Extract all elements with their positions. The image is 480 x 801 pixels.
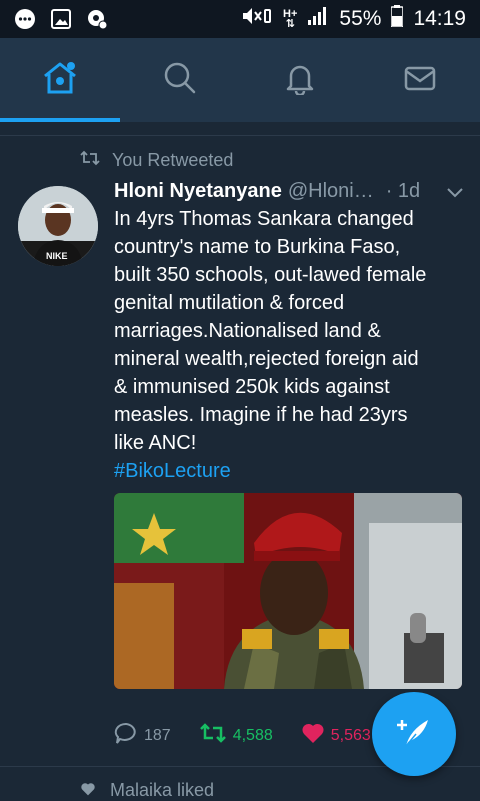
retweet-count: 4,588 [233,727,273,745]
tweet-line: country's name to Burkina Faso, [114,233,464,261]
tab-notifications[interactable] [240,38,360,122]
tweet-time: · 1d [386,180,420,203]
retweet-small-icon [80,150,100,171]
search-icon [163,61,197,100]
tweet-line: measles. Imagine if he had 23yrs [114,401,464,429]
bell-icon [283,61,317,100]
compose-tweet-button[interactable] [372,692,456,776]
svg-text:NIKE: NIKE [46,251,68,261]
chat-bubble-icon [14,8,36,30]
top-nav [0,38,480,122]
tweet-line: built 350 schools, out-lawed female [114,261,464,289]
liked-context: Malaika liked [80,780,214,801]
chevron-down-icon[interactable] [446,186,464,204]
compose-feather-icon [394,712,434,757]
mute-icon [241,5,273,33]
reply-icon [114,722,138,749]
image-icon [50,8,72,30]
hashtag-link[interactable]: #BikoLecture [114,457,464,485]
heart-small-icon [80,780,96,801]
tweet-line: In 4yrs Thomas Sankara changed [114,205,464,233]
tweet-photo[interactable] [114,493,462,689]
tweet-header: Hloni Nyetanyane @Hloni… · 1d [114,180,464,203]
tweet-line: marriages.Nationalised land & [114,317,464,345]
envelope-icon [403,61,437,100]
nav-divider [0,122,480,136]
signal-icon [307,5,329,33]
tweet-text: In 4yrs Thomas Sankara changed country's… [114,205,464,457]
home-icon [41,59,79,102]
clock: 14:19 [413,7,466,31]
liked-context-label: Malaika liked [110,780,214,801]
settings-gear-icon [86,8,108,30]
tab-messages[interactable] [360,38,480,122]
heart-icon [301,722,325,749]
status-bar: H+⇅ 55% 14:19 [0,0,480,38]
author-handle[interactable]: @Hloni… [288,180,374,203]
tab-home[interactable] [0,38,120,122]
retweet-context: You Retweeted [80,150,233,171]
retweet-icon [199,722,227,749]
tweet[interactable]: Hloni Nyetanyane @Hloni… · 1d In 4yrs Th… [114,180,464,689]
tweet-line: & immunised 250k kids against [114,373,464,401]
tweet-line: genital mutilation & forced [114,289,464,317]
retweet-context-label: You Retweeted [112,150,233,171]
network-hplus-icon: H+⇅ [283,9,297,29]
tweet-line: mineral wealth,rejected foreign aid [114,345,464,373]
tab-search[interactable] [120,38,240,122]
battery-icon [391,5,403,33]
author-name[interactable]: Hloni Nyetanyane [114,180,282,203]
reply-count: 187 [144,727,171,745]
retweet-button[interactable]: 4,588 [199,722,273,749]
avatar[interactable]: NIKE [18,186,98,266]
like-button[interactable]: 5,563 [301,722,371,749]
reply-button[interactable]: 187 [114,722,171,749]
tweet-line: like ANC! [114,429,464,457]
battery-percent: 55% [339,7,381,31]
like-count: 5,563 [331,727,371,745]
